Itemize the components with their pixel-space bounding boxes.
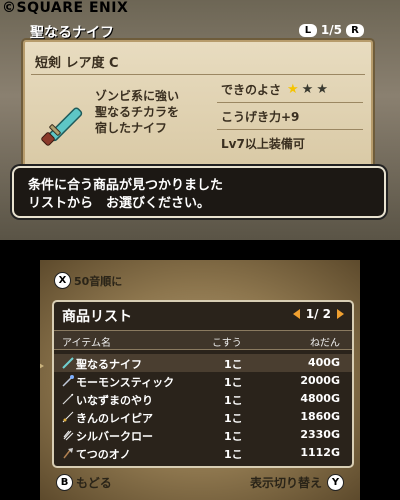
description-line: ゾンビ系に強い	[95, 89, 180, 103]
top-screen: ©SQUARE ENIX 聖なるナイフ L 1/5 R 短剣 レア度 C ゾンビ…	[0, 0, 400, 240]
item-qty: 1こ	[224, 358, 243, 371]
rapier-icon	[62, 411, 74, 423]
column-header-qty: こすう	[212, 338, 242, 349]
item-name-title: 聖なるナイフ	[30, 25, 114, 41]
knife-icon	[41, 107, 83, 146]
item-qty: 1こ	[224, 448, 243, 461]
list-title: 商品リスト	[62, 309, 132, 325]
quality-row: できのよさ ★ ★ ★	[217, 76, 363, 103]
description-line: 聖なるチカラを	[95, 105, 180, 119]
item-page-nav: L 1/5 R	[298, 23, 364, 37]
item-page-count: 1/5	[320, 23, 342, 37]
axe-icon	[63, 448, 73, 459]
message-line: リストから お選びください。	[28, 196, 211, 211]
arrow-right-icon[interactable]	[337, 309, 344, 319]
item-price: 400G	[308, 356, 340, 369]
level-requirement: Lv7以上装備可	[221, 136, 305, 151]
quality-label: できのよさ	[221, 82, 282, 97]
item-qty: 1こ	[224, 430, 243, 443]
list-item[interactable]: てつのオノ 1こ 1112G	[54, 444, 352, 462]
list-page-count: 1/ 2	[305, 307, 331, 321]
list-item[interactable]: シルバークロー 1こ 2330G	[54, 426, 352, 444]
toggle-view-label[interactable]: 表示切り替え	[250, 474, 322, 491]
message-line: 条件に合う商品が見つかりました	[28, 178, 224, 193]
arrow-left-icon[interactable]	[292, 309, 300, 319]
attack-stat: こうげき力+9	[221, 109, 300, 124]
item-price: 1860G	[300, 410, 340, 423]
bottom-screen: X 50音順に 商品リスト 1/ 2 アイテム名 こすう ねだん 聖なるナイフ …	[40, 260, 360, 500]
item-name: モーモンスティック	[76, 376, 175, 389]
spear-icon	[62, 393, 74, 405]
item-name: シルバークロー	[76, 430, 153, 443]
claw-icon	[63, 430, 74, 441]
r-button-icon[interactable]: R	[346, 23, 364, 37]
list-item[interactable]: いなずまのやり 1こ 4800G	[54, 390, 352, 408]
item-stats: できのよさ ★ ★ ★ こうげき力+9 Lv7以上装備可	[217, 76, 363, 156]
star-icon: ★	[316, 81, 328, 97]
item-name: てつのオノ	[76, 448, 131, 461]
description-line: 宿したナイフ	[95, 121, 168, 135]
y-button-icon[interactable]: Y	[327, 474, 344, 491]
product-rows: 聖なるナイフ 1こ 400G モーモンスティック 1こ 2000G いなずまのや…	[54, 354, 352, 462]
star-icon: ★	[287, 81, 299, 97]
list-column-headers: アイテム名 こすう ねだん	[54, 330, 352, 350]
column-header-price: ねだん	[310, 338, 340, 349]
item-price: 4800G	[300, 392, 340, 405]
staff-icon	[62, 375, 74, 387]
requirement-row: Lv7以上装備可	[217, 130, 363, 156]
item-price: 2000G	[300, 374, 340, 387]
message-window: 条件に合う商品が見つかりました リストから お選びください。	[12, 166, 386, 218]
x-button-icon[interactable]: X	[54, 272, 71, 289]
back-button-label[interactable]: もどる	[76, 474, 112, 491]
knife-icon	[62, 357, 74, 369]
item-name: いなずまのやり	[76, 394, 153, 407]
l-button-icon[interactable]: L	[298, 23, 317, 37]
item-detail-card: 短剣 レア度 C ゾンビ系に強い 聖なるチカラを 宿したナイフ できのよさ ★ …	[23, 40, 373, 172]
quality-stars: ★ ★ ★	[287, 82, 328, 97]
list-item[interactable]: モーモンスティック 1こ 2000G	[54, 372, 352, 390]
cursor-pointer-icon	[40, 360, 44, 372]
item-name: 聖なるナイフ	[76, 358, 142, 371]
sort-button-label[interactable]: 50音順に	[74, 273, 122, 289]
list-item[interactable]: きんのレイピア 1こ 1860G	[54, 408, 352, 426]
item-qty: 1こ	[224, 394, 243, 407]
item-price: 1112G	[300, 446, 340, 459]
item-price: 2330G	[300, 428, 340, 441]
list-item[interactable]: 聖なるナイフ 1こ 400G	[54, 354, 352, 372]
item-name: きんのレイピア	[76, 412, 153, 425]
attack-row: こうげき力+9	[217, 103, 363, 130]
item-qty: 1こ	[224, 376, 243, 389]
column-header-item: アイテム名	[62, 338, 111, 349]
b-button-icon[interactable]: B	[56, 474, 73, 491]
list-pager: 1/ 2	[292, 307, 344, 321]
product-list-panel: 商品リスト 1/ 2 アイテム名 こすう ねだん 聖なるナイフ 1こ 400G …	[52, 300, 354, 468]
copyright-text: ©SQUARE ENIX	[2, 0, 129, 16]
star-icon: ★	[301, 81, 314, 97]
divider	[31, 74, 365, 75]
item-qty: 1こ	[224, 412, 243, 425]
item-description: ゾンビ系に強い 聖なるチカラを 宿したナイフ	[95, 88, 215, 136]
item-category-rarity: 短剣 レア度 C	[35, 56, 119, 71]
